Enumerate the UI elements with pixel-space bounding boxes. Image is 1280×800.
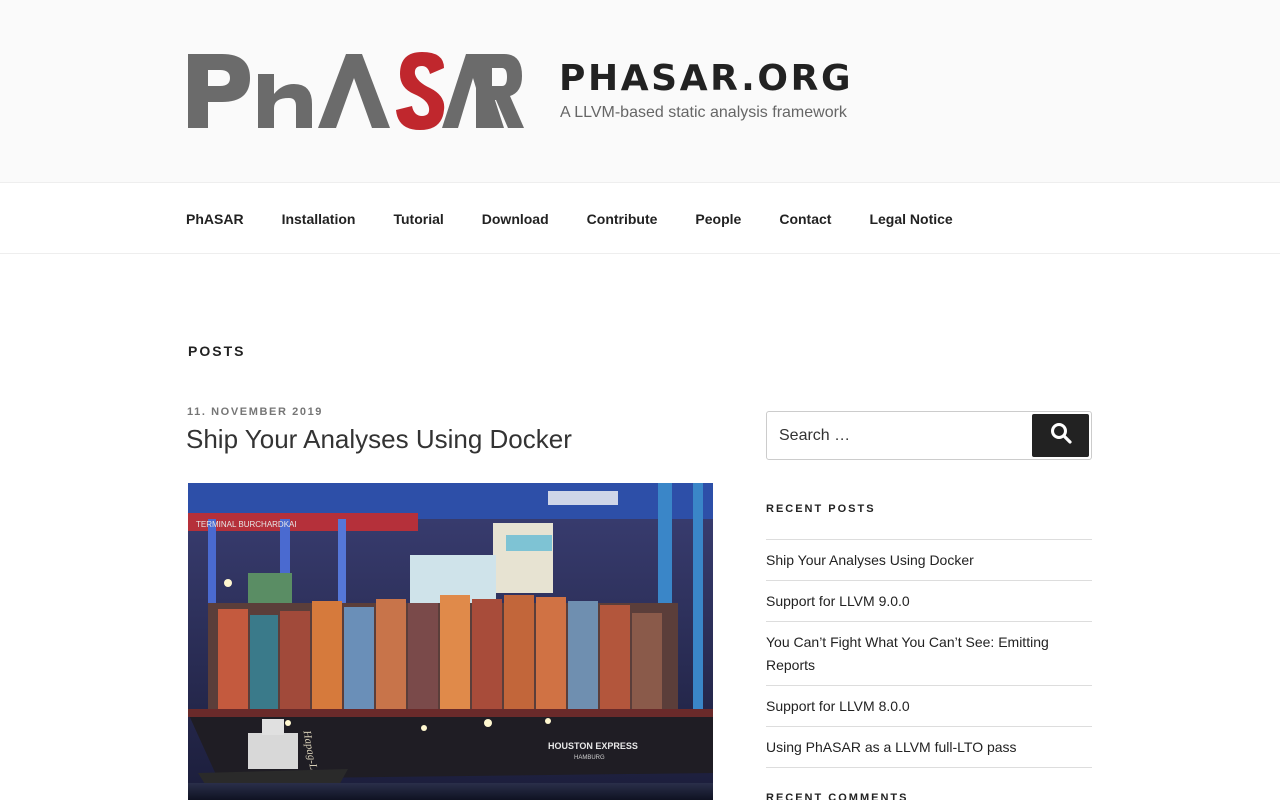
- phasar-logo[interactable]: [186, 44, 524, 132]
- page-title: POSTS: [188, 343, 246, 359]
- search-button[interactable]: [1032, 414, 1089, 457]
- nav-item-people[interactable]: People: [695, 211, 741, 227]
- site-description: A LLVM-based static analysis framework: [560, 104, 847, 121]
- nav-item-download[interactable]: Download: [482, 211, 549, 227]
- recent-post-link[interactable]: Using PhASAR as a LLVM full-LTO pass: [766, 727, 1092, 768]
- image-text-terminal: TERMINAL BURCHARDKAI: [196, 520, 297, 529]
- recent-post-link[interactable]: Support for LLVM 8.0.0: [766, 686, 1092, 727]
- nav-item-contribute[interactable]: Contribute: [587, 211, 658, 227]
- nav-item-installation[interactable]: Installation: [282, 211, 356, 227]
- recent-post-link[interactable]: Ship Your Analyses Using Docker: [766, 540, 1092, 581]
- recent-post-link[interactable]: You Can’t Fight What You Can’t See: Emit…: [766, 622, 1092, 686]
- image-text-port: HAMBURG: [574, 755, 605, 761]
- recent-posts-list: Ship Your Analyses Using Docker Support …: [766, 539, 1092, 768]
- post-date[interactable]: 11. NOVEMBER 2019: [187, 406, 323, 418]
- main-navigation: PhASAR Installation Tutorial Download Co…: [0, 184, 1280, 254]
- recent-posts-title: RECENT POSTS: [766, 503, 876, 515]
- recent-post-link[interactable]: Support for LLVM 9.0.0: [766, 581, 1092, 622]
- nav-item-contact[interactable]: Contact: [779, 211, 831, 227]
- site-title[interactable]: PHASAR.ORG: [559, 58, 853, 99]
- recent-comments-title: RECENT COMMENTS: [766, 792, 909, 800]
- search-icon: [1050, 422, 1072, 449]
- site-header: PHASAR.ORG A LLVM-based static analysis …: [0, 0, 1280, 183]
- nav-item-legal-notice[interactable]: Legal Notice: [869, 211, 952, 227]
- search-input[interactable]: [767, 412, 1033, 459]
- nav-item-tutorial[interactable]: Tutorial: [393, 211, 443, 227]
- post-title[interactable]: Ship Your Analyses Using Docker: [186, 424, 572, 455]
- nav-item-phasar[interactable]: PhASAR: [186, 211, 244, 227]
- image-text-ship-name: HOUSTON EXPRESS: [548, 741, 638, 751]
- search-form: [766, 411, 1092, 460]
- post-featured-image[interactable]: HOUSTON EXPRESS HAMBURG Hapag-Lloyd TERM…: [188, 483, 713, 800]
